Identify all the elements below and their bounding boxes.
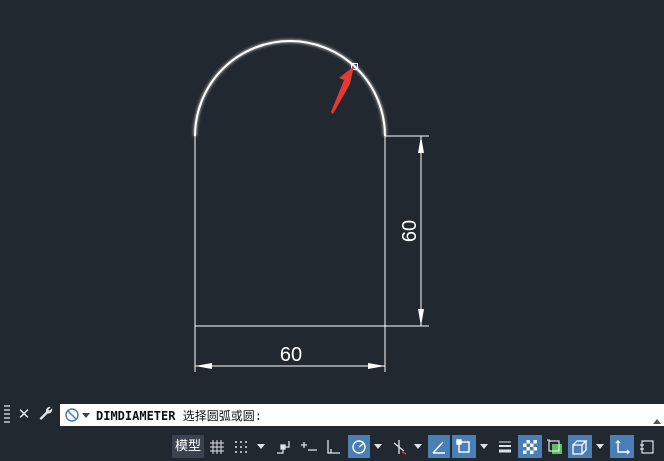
osnap-icon[interactable]	[452, 435, 476, 458]
osnap-dropdown-icon[interactable]	[479, 435, 489, 458]
close-icon[interactable]: ✕	[15, 405, 33, 423]
command-scroll-up-icon[interactable]	[653, 410, 661, 424]
osnap-track-icon[interactable]	[428, 435, 450, 458]
annotation-monitor-icon[interactable]	[636, 435, 658, 458]
drawing-canvas[interactable]: 60 60	[0, 0, 664, 400]
ucs-icon[interactable]	[610, 435, 634, 458]
selection-cycling-icon[interactable]	[544, 435, 566, 458]
isodraft-icon[interactable]	[388, 435, 410, 458]
command-prompt-text: DIMDIAMETER 选择圆弧或圆:	[96, 407, 262, 424]
snap-icon[interactable]	[230, 435, 252, 458]
transparency-icon[interactable]	[518, 435, 542, 458]
dim-horizontal-text: 60	[280, 344, 302, 366]
lineweight-icon[interactable]	[494, 435, 516, 458]
3d-osnap-icon[interactable]	[568, 435, 592, 458]
command-line-bar: ✕ DIMDIAMETER 选择圆弧或圆:	[0, 402, 664, 427]
polar-dropdown-icon[interactable]	[373, 435, 383, 458]
command-input[interactable]: DIMDIAMETER 选择圆弧或圆:	[60, 404, 664, 426]
status-bar: 模型	[0, 433, 664, 461]
dim-vertical-text: 60	[399, 220, 421, 242]
isodraft-dropdown-icon[interactable]	[413, 435, 423, 458]
command-name: DIMDIAMETER	[96, 409, 176, 423]
wrench-icon[interactable]	[37, 405, 55, 423]
ortho-constraint-icon[interactable]	[298, 435, 320, 458]
3d-osnap-dropdown-icon[interactable]	[595, 435, 605, 458]
snap-dropdown-icon[interactable]	[256, 435, 266, 458]
command-prompt: 选择圆弧或圆:	[182, 409, 262, 423]
command-history-icon[interactable]	[64, 407, 92, 423]
red-arrow-annotation	[331, 66, 354, 114]
polar-icon[interactable]	[348, 435, 370, 458]
grid-icon[interactable]	[206, 435, 228, 458]
ortho-icon[interactable]	[322, 435, 344, 458]
infer-icon[interactable]	[272, 435, 294, 458]
selected-arc[interactable]	[194, 40, 386, 137]
drag-handle[interactable]	[4, 405, 10, 423]
model-tab[interactable]: 模型	[172, 435, 204, 458]
